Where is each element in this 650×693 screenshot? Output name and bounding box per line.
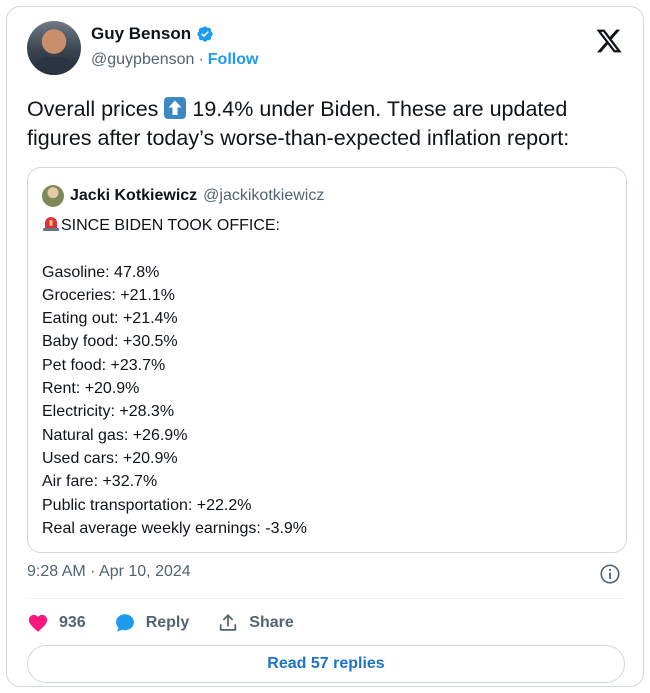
author-handle[interactable]: @guypbenson	[91, 51, 194, 69]
verified-badge-icon	[197, 26, 213, 42]
stat-line: Groceries: +21.1%	[42, 286, 175, 304]
action-bar: 936 Reply Share	[27, 609, 322, 637]
stat-line: Gasoline: 47.8%	[42, 263, 160, 281]
author-avatar[interactable]	[27, 21, 81, 75]
share-button[interactable]: Share	[217, 612, 294, 634]
stat-line: Eating out: +21.4%	[42, 310, 178, 328]
like-count: 936	[59, 614, 86, 631]
tweet-text: Overall prices 19.4% under Biden. These …	[27, 95, 627, 153]
quoted-heading-line: SINCE BIDEN TOOK OFFICE:	[42, 214, 612, 237]
author-handle-row: @guypbenson · Follow	[91, 51, 258, 69]
quoted-author-avatar	[42, 185, 64, 207]
quoted-heading: SINCE BIDEN TOOK OFFICE:	[61, 217, 280, 234]
stat-line: Used cars: +20.9%	[42, 449, 178, 467]
reply-button[interactable]: Reply	[114, 612, 190, 634]
tweet-card: Guy Benson @guypbenson · Follow Overall …	[6, 6, 644, 687]
quoted-author-name: Jacki Kotkiewicz	[70, 187, 198, 204]
stat-line: Rent: +20.9%	[42, 380, 140, 398]
stat-line: Natural gas: +26.9%	[42, 426, 188, 444]
like-button[interactable]: 936	[27, 612, 86, 634]
up-arrow-emoji-icon	[164, 97, 187, 119]
quoted-tweet[interactable]: Jacki Kotkiewicz @jackikotkiewicz SINCE …	[27, 167, 627, 553]
stat-line: Pet food: +23.7%	[42, 356, 166, 374]
author-name[interactable]: Guy Benson	[91, 24, 191, 44]
follow-button[interactable]: Follow	[208, 51, 259, 69]
info-icon[interactable]	[599, 563, 621, 585]
separator-dot: ·	[198, 51, 204, 68]
quoted-tweet-header: Jacki Kotkiewicz @jackikotkiewicz	[42, 185, 324, 207]
tweet-text-start: Overall prices	[27, 97, 165, 121]
siren-emoji-icon	[43, 217, 59, 231]
reply-bubble-icon	[115, 614, 134, 632]
heart-icon	[28, 614, 48, 632]
share-icon	[220, 614, 237, 631]
stat-line: Electricity: +28.3%	[42, 403, 175, 421]
divider	[27, 598, 625, 599]
stat-line: Baby food: +30.5%	[42, 333, 178, 351]
author-name-row: Guy Benson	[91, 24, 214, 44]
tweet-header: Guy Benson @guypbenson · Follow	[27, 21, 627, 77]
stat-line: Real average weekly earnings: -3.9%	[42, 519, 308, 537]
x-logo-icon[interactable]	[595, 27, 623, 55]
quoted-author-handle: @jackikotkiewicz	[203, 187, 325, 204]
quoted-tweet-body: SINCE BIDEN TOOK OFFICE: Gasoline: 47.8%…	[42, 214, 612, 540]
share-label: Share	[249, 614, 294, 631]
tweet-timestamp[interactable]: 9:28 AM · Apr 10, 2024	[27, 563, 191, 581]
stat-line: Air fare: +32.7%	[42, 473, 158, 491]
read-replies-button[interactable]: Read 57 replies	[27, 645, 625, 683]
stat-line: Public transportation: +22.2%	[42, 496, 252, 514]
reply-label: Reply	[145, 614, 190, 631]
